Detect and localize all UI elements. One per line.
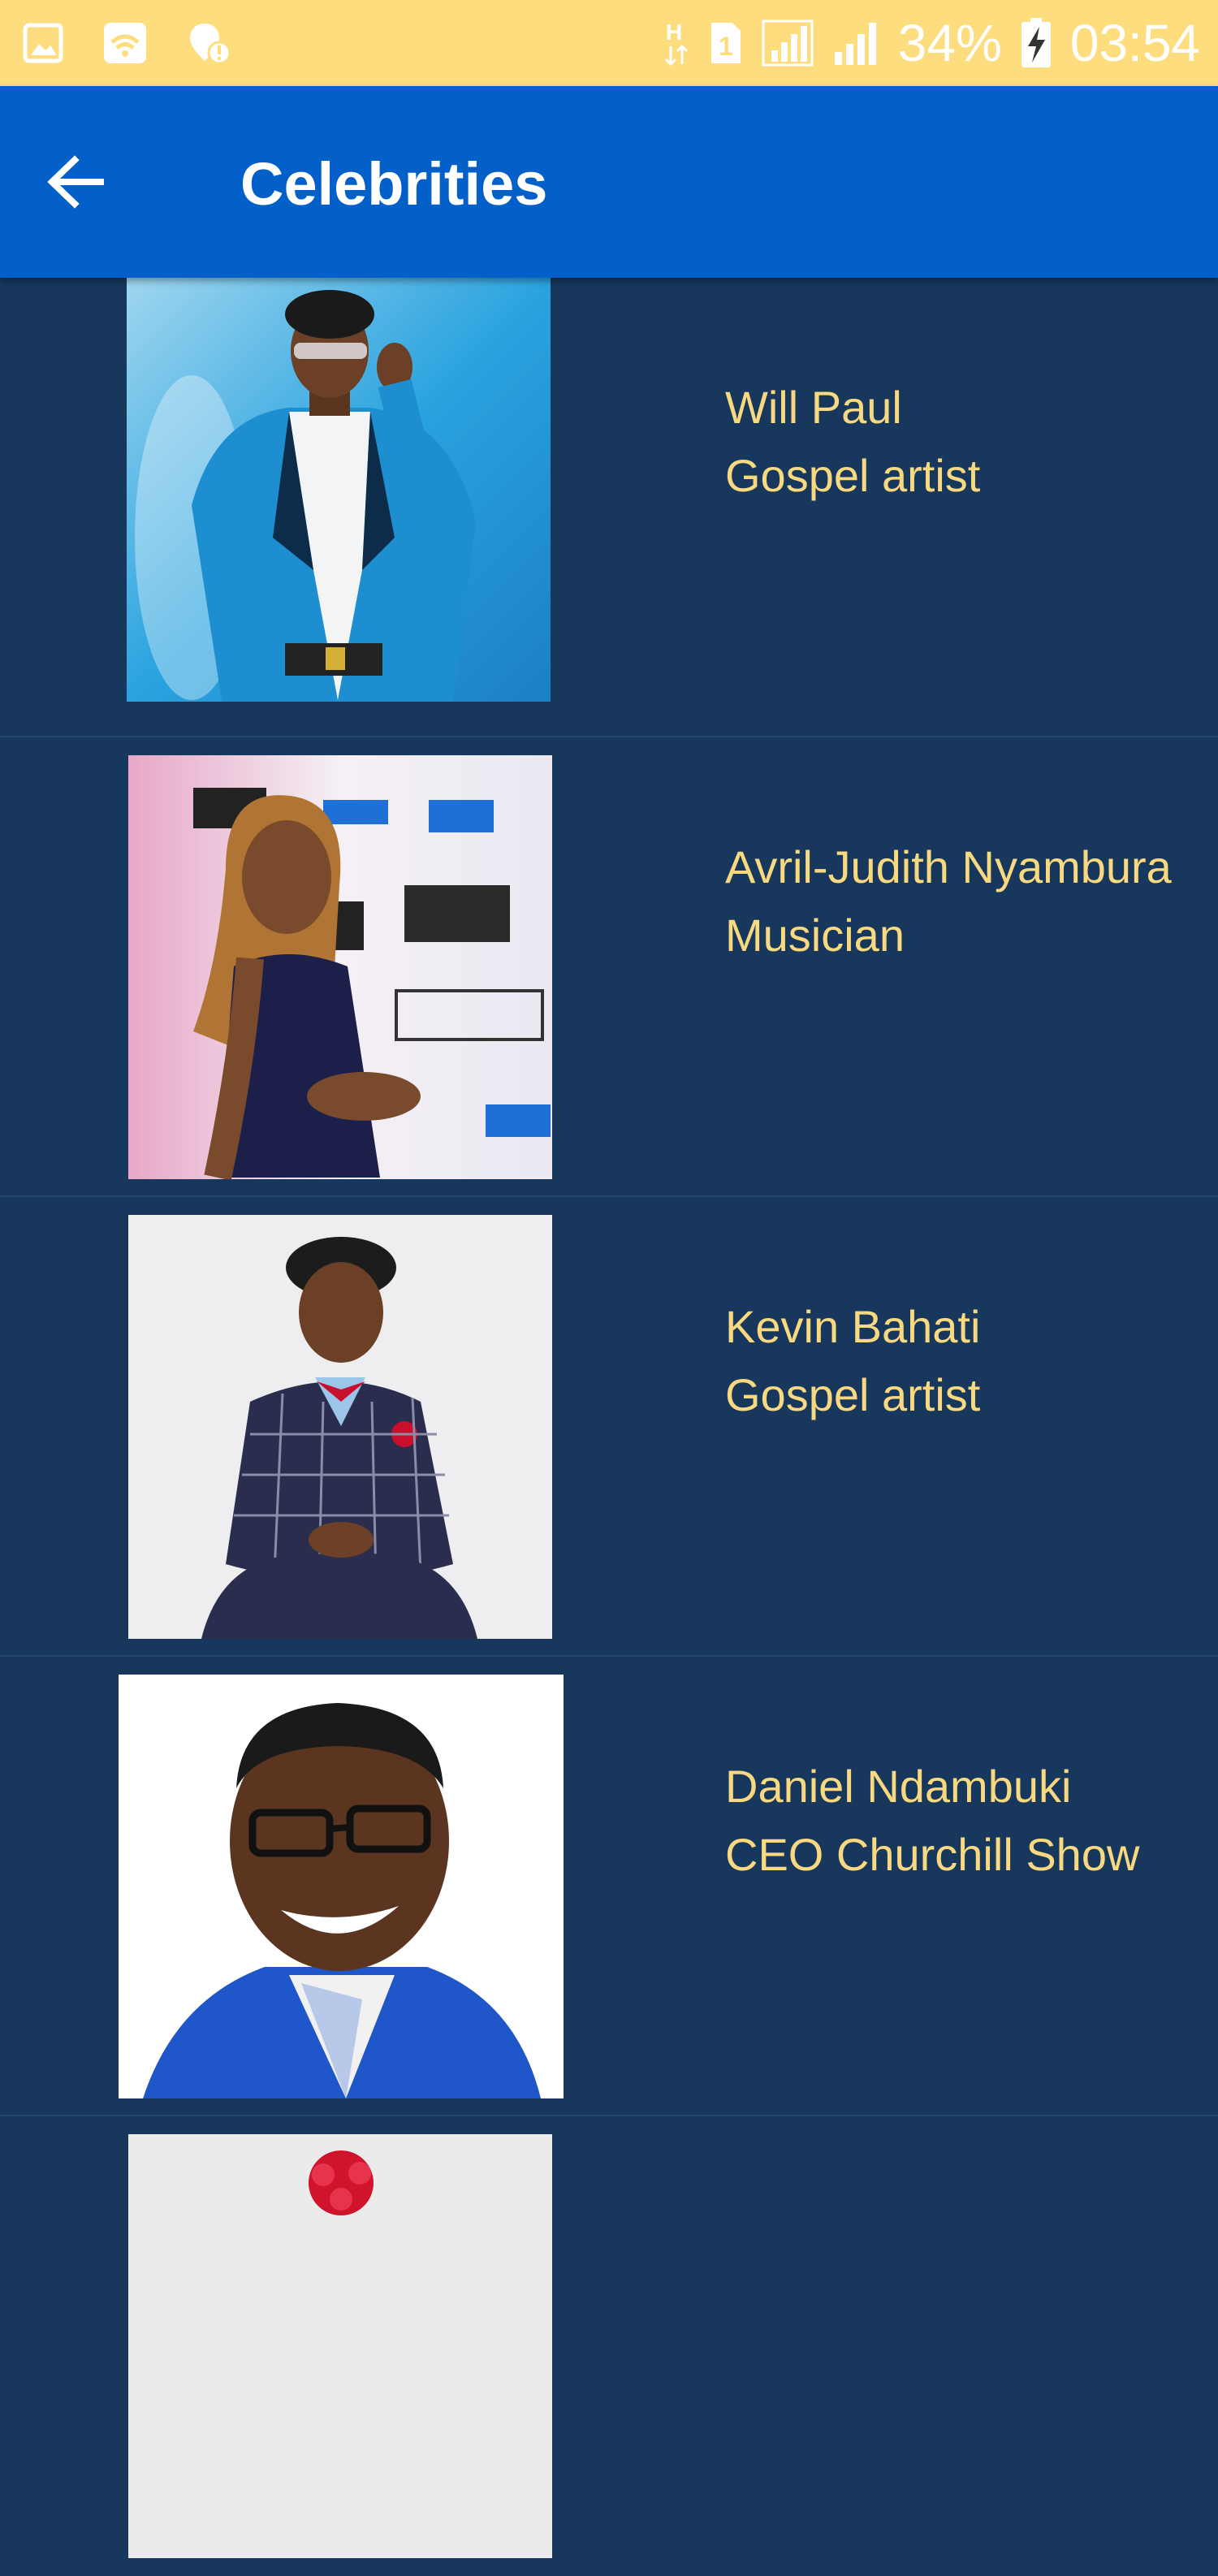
signal-icon (831, 19, 880, 67)
signal-icon (762, 19, 814, 67)
celebrity-photo (119, 1675, 564, 2098)
list-item[interactable]: Daniel Ndambuki CEO Churchill Show (0, 1657, 1218, 2116)
list-item[interactable] (0, 2116, 1218, 2576)
celebrity-role: Gospel artist (725, 1369, 981, 1420)
list-item[interactable]: Avril-Judith Nyambura Musician (0, 737, 1218, 1197)
clock: 03:54 (1069, 14, 1200, 72)
celebrity-photo (128, 2134, 552, 2558)
celebrity-role: Gospel artist (725, 450, 981, 501)
celebrity-info: Daniel Ndambuki CEO Churchill Show (725, 1753, 1139, 1889)
back-button[interactable] (36, 143, 117, 224)
page-title: Celebrities (240, 150, 548, 218)
list-item[interactable]: Kevin Bahati Gospel artist (0, 1197, 1218, 1657)
app-bar: Celebrities (0, 86, 1218, 278)
svg-text:H: H (666, 19, 682, 45)
celebrity-photo (127, 278, 551, 702)
svg-text:1: 1 (719, 32, 733, 61)
celebrity-photo (128, 1215, 552, 1639)
celebrity-info: Will Paul Gospel artist (725, 374, 980, 510)
battery-percent: 34% (897, 14, 1002, 72)
h-network-icon: H (663, 19, 690, 67)
list-item[interactable]: Will Paul Gospel artist (0, 278, 1218, 737)
celebrity-list: Will Paul Gospel artist Avril-Judith Nya… (0, 278, 1218, 2576)
celebrity-name: Daniel Ndambuki (725, 1761, 1072, 1812)
celebrity-info: Kevin Bahati Gospel artist (725, 1293, 980, 1429)
status-bar: H 1 34% 03:54 (0, 0, 1218, 86)
celebrity-name: Kevin Bahati (725, 1301, 981, 1352)
celebrity-name: Will Paul (725, 382, 902, 433)
celebrity-photo (128, 755, 552, 1179)
arrow-left-icon (47, 154, 106, 213)
celebrity-role: CEO Churchill Show (725, 1829, 1140, 1880)
celebrity-info: Avril-Judith Nyambura Musician (725, 833, 1172, 970)
wifi-hotspot-icon (102, 21, 148, 65)
battery-charging-icon (1020, 17, 1052, 69)
location-alert-icon (187, 20, 232, 66)
sim-1-icon: 1 (708, 19, 744, 67)
gallery-icon (23, 23, 63, 63)
celebrity-role: Musician (725, 910, 905, 961)
celebrity-name: Avril-Judith Nyambura (725, 841, 1172, 893)
